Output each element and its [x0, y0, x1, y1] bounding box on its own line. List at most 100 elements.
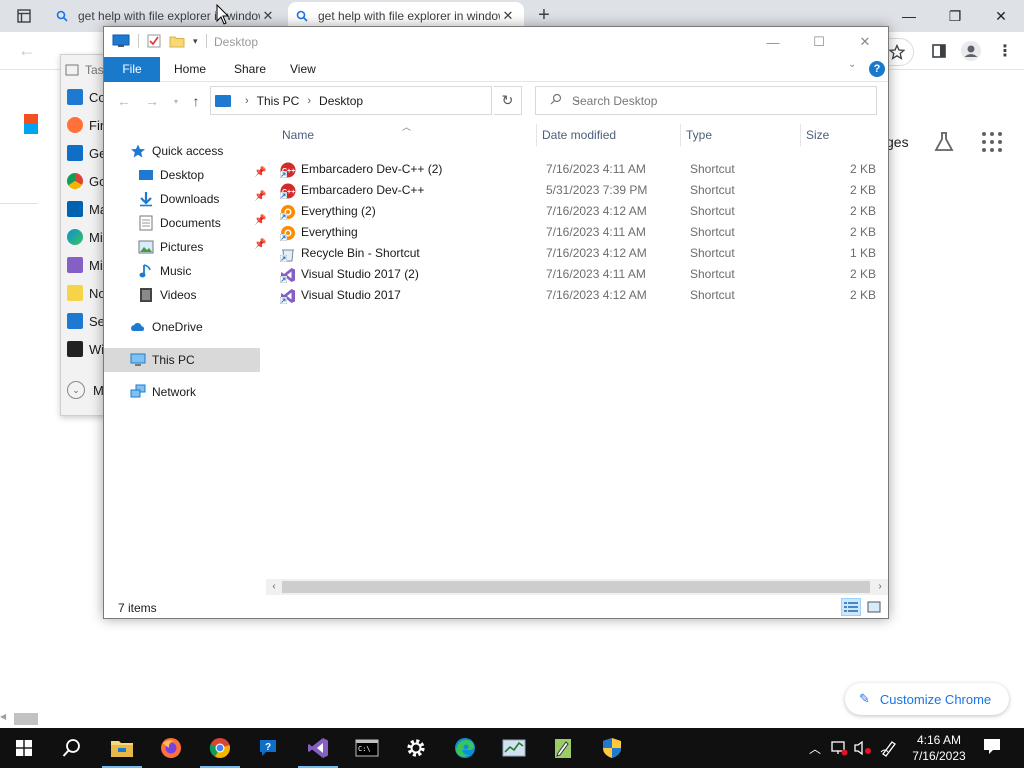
address-bar[interactable]: › This PC › Desktop ⌄	[210, 86, 581, 115]
customize-chrome-button[interactable]: ✎ Customize Chrome	[845, 683, 1009, 715]
chevron-right-icon: ›	[307, 94, 312, 107]
forward-button[interactable]: →	[142, 91, 162, 111]
scrollbar-thumb[interactable]	[282, 581, 870, 593]
taskbar-command-prompt[interactable]: C:\	[343, 728, 391, 768]
nav-item-onedrive[interactable]: OneDrive	[130, 316, 203, 338]
nav-item-music[interactable]: Music	[138, 260, 191, 282]
volume-tray-button[interactable]	[852, 728, 874, 768]
properties-icon[interactable]	[147, 34, 161, 48]
tab-home[interactable]: Home	[160, 57, 220, 82]
taskbar-get-help[interactable]: ?	[245, 728, 293, 768]
nav-item-desktop[interactable]: Desktop 📌	[138, 164, 266, 186]
tab-file[interactable]: File	[104, 57, 160, 82]
chrome-menu-button[interactable]: ⋮	[994, 40, 1016, 62]
notepad-icon	[67, 285, 83, 301]
labs-flask-icon[interactable]	[932, 130, 956, 154]
file-row[interactable]: Recycle Bin - Shortcut 7/16/2023 4:12 AM S…	[280, 243, 880, 264]
column-header-size[interactable]: Size	[800, 120, 880, 150]
start-more-button[interactable]: ⌄ M	[67, 381, 104, 399]
tab-share[interactable]: Share	[220, 57, 280, 82]
mouse-cursor-icon	[216, 4, 230, 25]
tab-title: get help with file explorer in windows	[318, 9, 500, 23]
images-link[interactable]: ges	[886, 134, 909, 150]
taskbar-settings[interactable]	[392, 728, 440, 768]
file-row[interactable]: Everything (2) 7/16/2023 4:12 AM Shortcut 2…	[280, 201, 880, 222]
scroll-left-arrow-icon[interactable]: ◀	[0, 712, 14, 726]
taskbar-security[interactable]	[588, 728, 636, 768]
scroll-right-arrow-icon[interactable]: ›	[874, 581, 886, 593]
this-pc-icon	[130, 352, 146, 368]
horizontal-scrollbar-thumb[interactable]	[14, 713, 38, 725]
maximize-button[interactable]: ☐	[796, 27, 842, 57]
file-name: Visual Studio 2017 (2)	[280, 264, 419, 285]
file-row[interactable]: Everything 7/16/2023 4:11 AM Shortcut 2 KB	[280, 222, 880, 243]
file-list: ︿ Name Date modified Type Size C++ Embarc…	[266, 120, 888, 582]
google-apps-icon[interactable]	[982, 132, 1002, 152]
chrome-minimize-button[interactable]: —	[886, 0, 932, 32]
close-button[interactable]: ✕	[842, 27, 888, 57]
ribbon-tabs: File Home Share View	[104, 57, 888, 82]
column-header-date[interactable]: Date modified	[536, 120, 680, 150]
file-row[interactable]: Visual Studio 2017 7/16/2023 4:12 AM Short…	[280, 285, 880, 306]
visual-studio-icon	[67, 257, 83, 273]
new-folder-icon[interactable]	[169, 34, 185, 48]
chrome-restore-button[interactable]: ❐	[932, 0, 978, 32]
nav-item-quick-access[interactable]: Quick access	[130, 140, 223, 162]
pen-workspace-button[interactable]	[878, 728, 900, 768]
taskbar-task-manager[interactable]	[490, 728, 538, 768]
file-date-modified: 7/16/2023 4:11 AM	[546, 267, 646, 281]
file-row[interactable]: Visual Studio 2017 (2) 7/16/2023 4:11 AM S…	[280, 264, 880, 285]
chrome-close-button[interactable]: ✕	[978, 0, 1024, 32]
search-button[interactable]	[48, 728, 96, 768]
large-icons-view-button[interactable]	[864, 598, 884, 616]
file-size: 2 KB	[849, 183, 876, 197]
taskbar-chrome[interactable]	[196, 728, 244, 768]
taskbar-clock[interactable]: 4:16 AM 7/16/2023	[900, 732, 978, 764]
nav-item-documents[interactable]: Documents 📌	[138, 212, 266, 234]
file-row[interactable]: C++ Embarcadero Dev-C++ (2) 7/16/2023 4:11…	[280, 159, 880, 180]
close-icon[interactable]: ✕	[500, 8, 516, 24]
scroll-left-arrow-icon[interactable]: ‹	[268, 581, 280, 593]
search-input[interactable]: Search Desktop	[535, 86, 877, 115]
profile-button[interactable]	[960, 40, 982, 62]
tab-view[interactable]: View	[276, 57, 330, 82]
nav-item-videos[interactable]: Videos	[138, 284, 196, 306]
nav-item-this-pc[interactable]: This PC	[130, 349, 195, 371]
network-tray-button[interactable]	[828, 728, 850, 768]
back-button[interactable]: ←	[114, 91, 134, 111]
column-header-name[interactable]: Name	[276, 120, 536, 150]
file-date-modified: 7/16/2023 4:11 AM	[546, 162, 646, 176]
expand-ribbon-icon[interactable]: ⌄	[848, 59, 856, 70]
taskbar-visual-studio[interactable]	[294, 728, 342, 768]
up-button[interactable]: ↑	[186, 91, 206, 111]
recent-locations-button[interactable]: ▾	[166, 91, 186, 111]
breadcrumb-this-pc[interactable]: This PC	[257, 94, 300, 108]
chrome-icon	[67, 173, 83, 189]
nav-item-pictures[interactable]: Pictures 📌	[138, 236, 266, 258]
taskbar-firefox[interactable]	[147, 728, 195, 768]
file-row[interactable]: C++ Embarcadero Dev-C++ 5/31/2023 7:39 PM S…	[280, 180, 880, 201]
side-panel-button[interactable]	[928, 40, 950, 62]
action-center-button[interactable]	[982, 736, 1002, 756]
minimize-button[interactable]: —	[750, 27, 796, 57]
taskbar-edge[interactable]	[441, 728, 489, 768]
close-icon[interactable]: ✕	[260, 8, 276, 24]
breadcrumb-desktop[interactable]: Desktop	[319, 94, 363, 108]
show-hidden-icons-button[interactable]: ︿	[806, 728, 824, 768]
nav-item-downloads[interactable]: Downloads 📌	[138, 188, 266, 210]
nav-item-network[interactable]: Network	[130, 381, 196, 403]
new-tab-button[interactable]: +	[532, 4, 556, 28]
horizontal-scrollbar[interactable]: ‹ ›	[266, 579, 888, 595]
refresh-button[interactable]: ↻	[494, 86, 522, 115]
tab-search-button[interactable]	[10, 6, 38, 26]
details-view-button[interactable]	[841, 598, 861, 616]
column-header-type[interactable]: Type	[680, 120, 800, 150]
file-type: Shortcut	[690, 246, 735, 260]
status-bar: 7 items	[104, 597, 888, 619]
customize-toolbar-icon[interactable]: ▾	[193, 36, 198, 47]
taskbar-file-explorer[interactable]	[98, 728, 146, 768]
help-icon[interactable]: ?	[869, 61, 885, 77]
back-arrow-icon[interactable]: ←	[18, 40, 36, 61]
start-button[interactable]	[0, 728, 48, 768]
taskbar-notepad-plus[interactable]	[539, 728, 587, 768]
